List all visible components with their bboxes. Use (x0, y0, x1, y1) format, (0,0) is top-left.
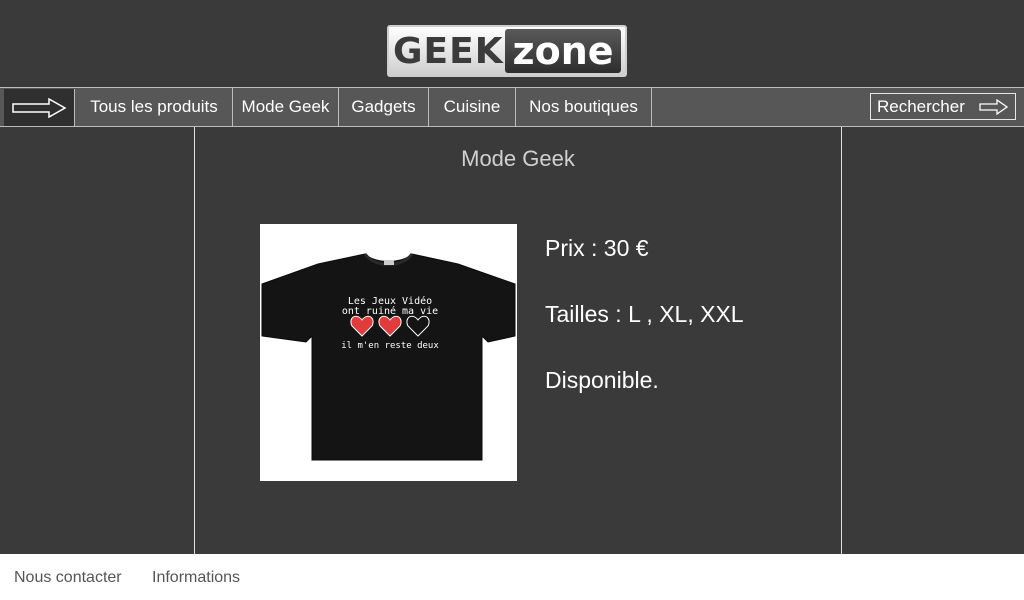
logo-zone-text: zone (512, 29, 614, 73)
nav-item-tous-les-produits[interactable]: Tous les produits (76, 88, 233, 126)
arrow-right-icon (12, 97, 67, 118)
tshirt-text-line-3: il m'en reste deux (341, 341, 439, 351)
footer-link-contact[interactable]: Nous contacter (14, 569, 122, 587)
search-button[interactable]: Rechercher (870, 93, 1016, 120)
main-nav: Tous les produits Mode Geek Gadgets Cuis… (0, 87, 1024, 127)
product-availability: Disponible. (545, 367, 659, 393)
content-panel: Mode Geek Les Jeux Vidéo ont ruiné ma vi… (194, 127, 842, 554)
site-logo[interactable]: GEEK zone (387, 25, 627, 77)
nav-item-mode-geek[interactable]: Mode Geek (233, 88, 339, 126)
logo-geek-text: GEEK (393, 30, 504, 72)
nav-item-gadgets[interactable]: Gadgets (339, 88, 429, 126)
logo-zone-box: zone (505, 29, 621, 73)
footer-link-informations[interactable]: Informations (152, 569, 240, 587)
footer: Nous contacter Informations (0, 554, 1024, 600)
search-label: Rechercher (877, 96, 965, 116)
tshirt-image: Les Jeux Vidéo ont ruiné ma vie il m'en … (261, 252, 516, 461)
arrow-right-icon (979, 98, 1009, 115)
nav-item-cuisine[interactable]: Cuisine (429, 88, 516, 126)
tshirt-text-line-2: ont ruiné ma vie (342, 305, 438, 317)
product-image[interactable]: Les Jeux Vidéo ont ruiné ma vie il m'en … (260, 224, 517, 481)
nav-arrow-button[interactable] (4, 89, 75, 126)
page-title: Mode Geek (461, 146, 575, 171)
nav-item-nos-boutiques[interactable]: Nos boutiques (516, 88, 652, 126)
product-sizes: Tailles : L , XL, XXL (545, 301, 744, 327)
product-price: Prix : 30 € (545, 235, 649, 261)
